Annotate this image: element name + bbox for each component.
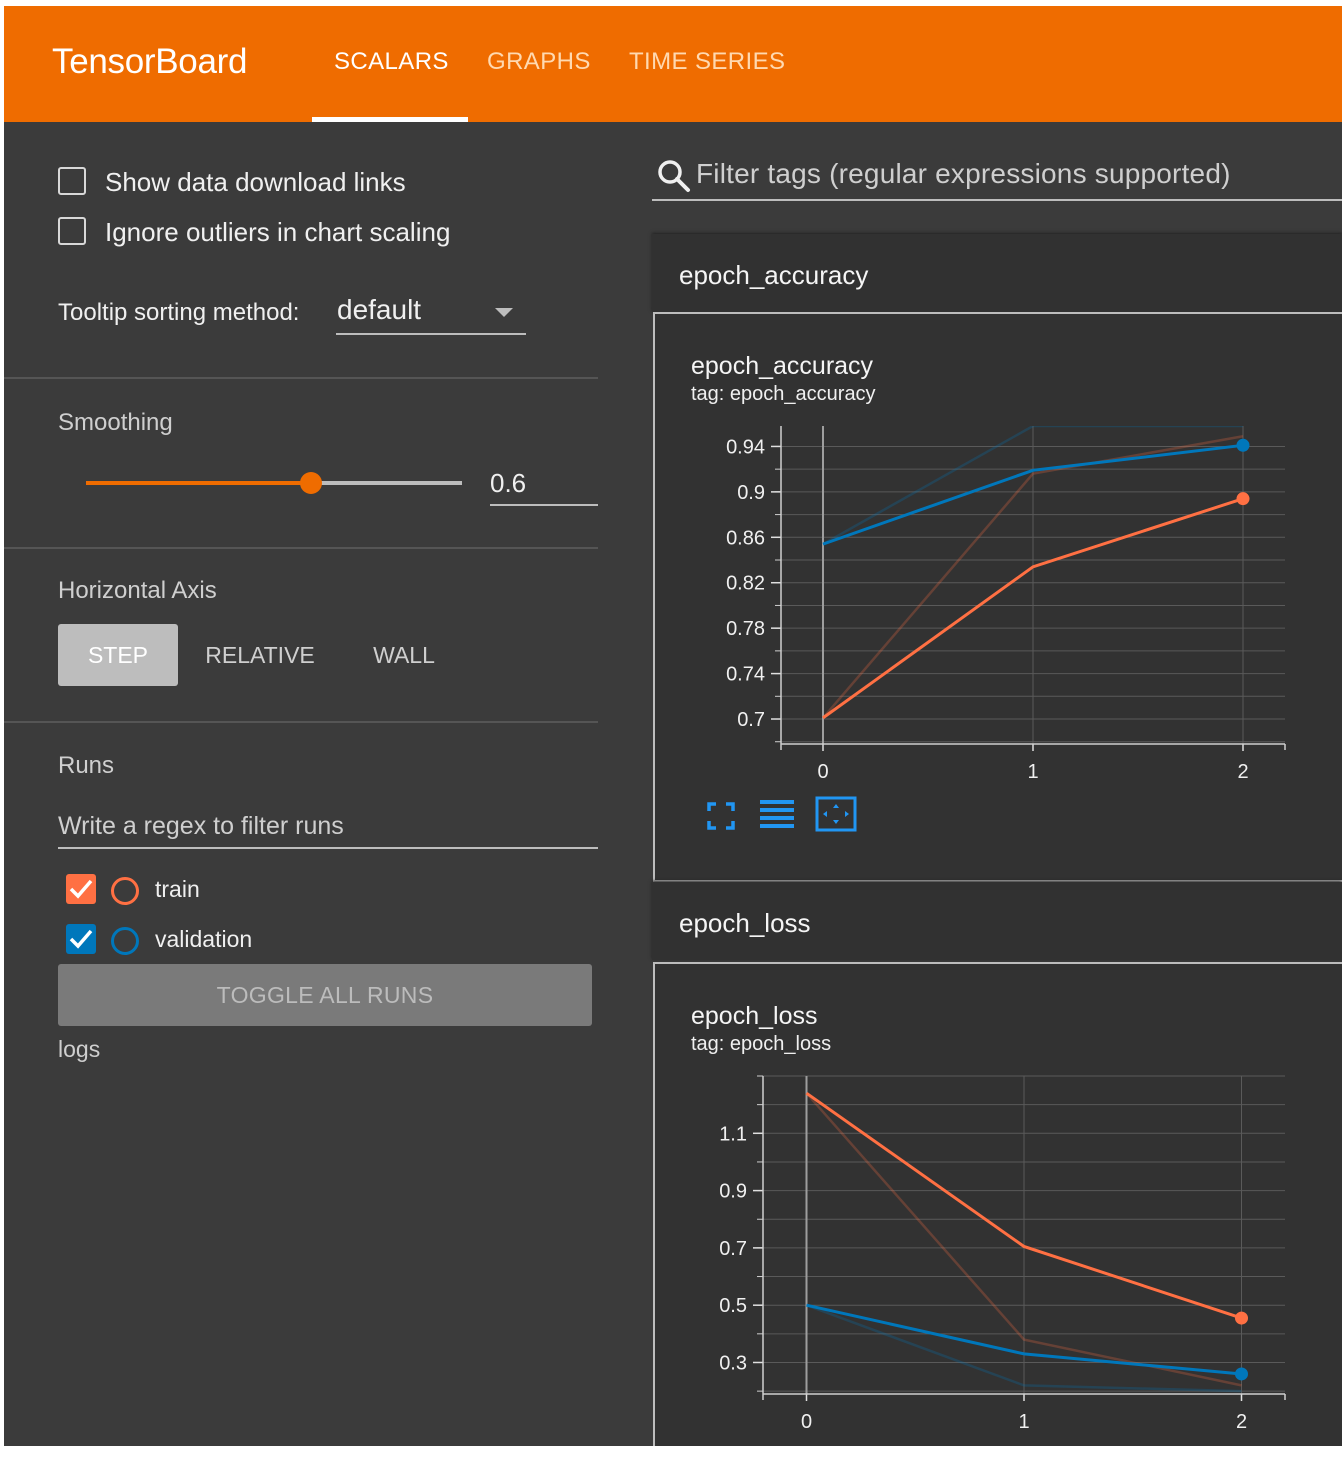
series-train-last-point <box>1235 1311 1248 1325</box>
y-tick-label: 0.5 <box>719 1295 747 1317</box>
accuracy-chart[interactable]: 0.94 0.9 0.86 0.82 0.78 0.74 0.7 0 1 2 <box>655 314 1342 880</box>
runs-title: Runs <box>58 752 115 779</box>
group-header-epoch-loss[interactable]: epoch_loss <box>652 882 1342 960</box>
toggle-log-scale-icon[interactable] <box>759 798 795 830</box>
divider <box>4 547 598 549</box>
group-title: epoch_accuracy <box>679 260 869 290</box>
top-bar: TensorBoard SCALARS GRAPHS TIME SERIES <box>4 6 1342 122</box>
runs-filter-input[interactable]: Write a regex to filter runs <box>58 812 344 841</box>
run-train-color-icon[interactable] <box>111 877 139 905</box>
y-tick-label: 0.7 <box>737 709 765 731</box>
smoothing-input-underline <box>490 504 598 506</box>
y-tick-label: 0.74 <box>726 664 765 686</box>
search-icon <box>658 160 690 192</box>
divider <box>4 721 598 723</box>
run-validation-label: validation <box>155 926 253 952</box>
smoothing-slider-fill[interactable] <box>86 481 311 485</box>
axis-wall-button[interactable]: WALL <box>354 624 454 686</box>
ignore-outliers-checkbox[interactable] <box>58 217 86 245</box>
runs-filter-underline <box>58 847 598 849</box>
divider <box>4 377 598 379</box>
y-tick-label: 0.3 <box>719 1352 747 1374</box>
smoothing-value-input[interactable]: 0.6 <box>490 468 526 499</box>
logdir-label: logs <box>58 1036 101 1062</box>
axis-step-button[interactable]: STEP <box>58 624 178 686</box>
fit-domain-icon[interactable] <box>815 796 857 832</box>
series-validation-last-point <box>1236 438 1250 452</box>
x-tick-label: 1 <box>1018 1411 1029 1433</box>
tooltip-sorting-label: Tooltip sorting method: <box>58 299 300 326</box>
y-tick-label: 1.1 <box>719 1123 747 1145</box>
y-tick-label: 0.7 <box>719 1238 747 1260</box>
y-tick-label: 0.78 <box>726 618 765 640</box>
check-icon <box>69 929 93 949</box>
y-tick-label: 0.9 <box>719 1181 747 1203</box>
tab-scalars[interactable]: SCALARS <box>334 48 449 76</box>
x-tick-label: 2 <box>1237 761 1248 783</box>
fullscreen-icon[interactable] <box>707 802 735 830</box>
y-tick-label: 0.94 <box>726 436 765 458</box>
tag-filter-underline <box>652 199 1342 201</box>
x-tick-label: 1 <box>1027 761 1038 783</box>
brand-title: TensorBoard <box>52 42 248 81</box>
chevron-down-icon[interactable] <box>495 308 513 317</box>
group-header-epoch-accuracy[interactable]: epoch_accuracy <box>652 234 1342 312</box>
tensorboard-app: TensorBoard SCALARS GRAPHS TIME SERIES S… <box>4 6 1342 1446</box>
tag-filter-input[interactable]: Filter tags (regular expressions support… <box>696 158 1231 190</box>
check-icon <box>69 879 93 899</box>
y-tick-label: 0.82 <box>726 573 765 595</box>
group-title: epoch_loss <box>679 908 811 938</box>
show-download-links-checkbox[interactable] <box>58 167 86 195</box>
tab-time-series[interactable]: TIME SERIES <box>629 48 785 76</box>
toggle-all-runs-button[interactable]: TOGGLE ALL RUNS <box>58 964 592 1026</box>
smoothing-title: Smoothing <box>58 409 173 436</box>
run-validation-color-icon[interactable] <box>111 927 139 955</box>
tooltip-sorting-select[interactable]: default <box>337 294 421 326</box>
axis-relative-button[interactable]: RELATIVE <box>200 624 320 686</box>
y-tick-label: 0.9 <box>737 482 765 504</box>
select-underline <box>336 333 526 335</box>
loss-chart[interactable]: 1.1 0.9 0.7 0.5 0.3 0 1 2 <box>655 964 1342 1446</box>
x-tick-label: 0 <box>801 1411 812 1433</box>
show-download-links-label: Show data download links <box>105 167 406 197</box>
tab-graphs[interactable]: GRAPHS <box>487 48 591 76</box>
run-train-label: train <box>155 876 200 902</box>
horizontal-axis-title: Horizontal Axis <box>58 577 217 604</box>
run-validation-checkbox[interactable] <box>66 924 96 954</box>
series-train-last-point <box>1236 492 1250 506</box>
smoothing-slider-handle[interactable] <box>300 472 322 494</box>
series-validation-last-point <box>1235 1367 1248 1381</box>
x-tick-label: 0 <box>817 761 828 783</box>
y-tick-label: 0.86 <box>726 527 765 549</box>
smoothing-slider-track[interactable] <box>311 481 462 485</box>
run-train-checkbox[interactable] <box>66 874 96 904</box>
x-tick-label: 2 <box>1236 1411 1247 1433</box>
chart-card-epoch-accuracy: epoch_accuracy tag: epoch_accuracy 0.94 0… <box>653 312 1342 882</box>
ignore-outliers-label: Ignore outliers in chart scaling <box>105 217 451 247</box>
active-tab-indicator <box>312 117 468 122</box>
chart-card-epoch-loss: epoch_loss tag: epoch_loss 1.1 0.9 0.7 0.5 0… <box>653 962 1342 1446</box>
